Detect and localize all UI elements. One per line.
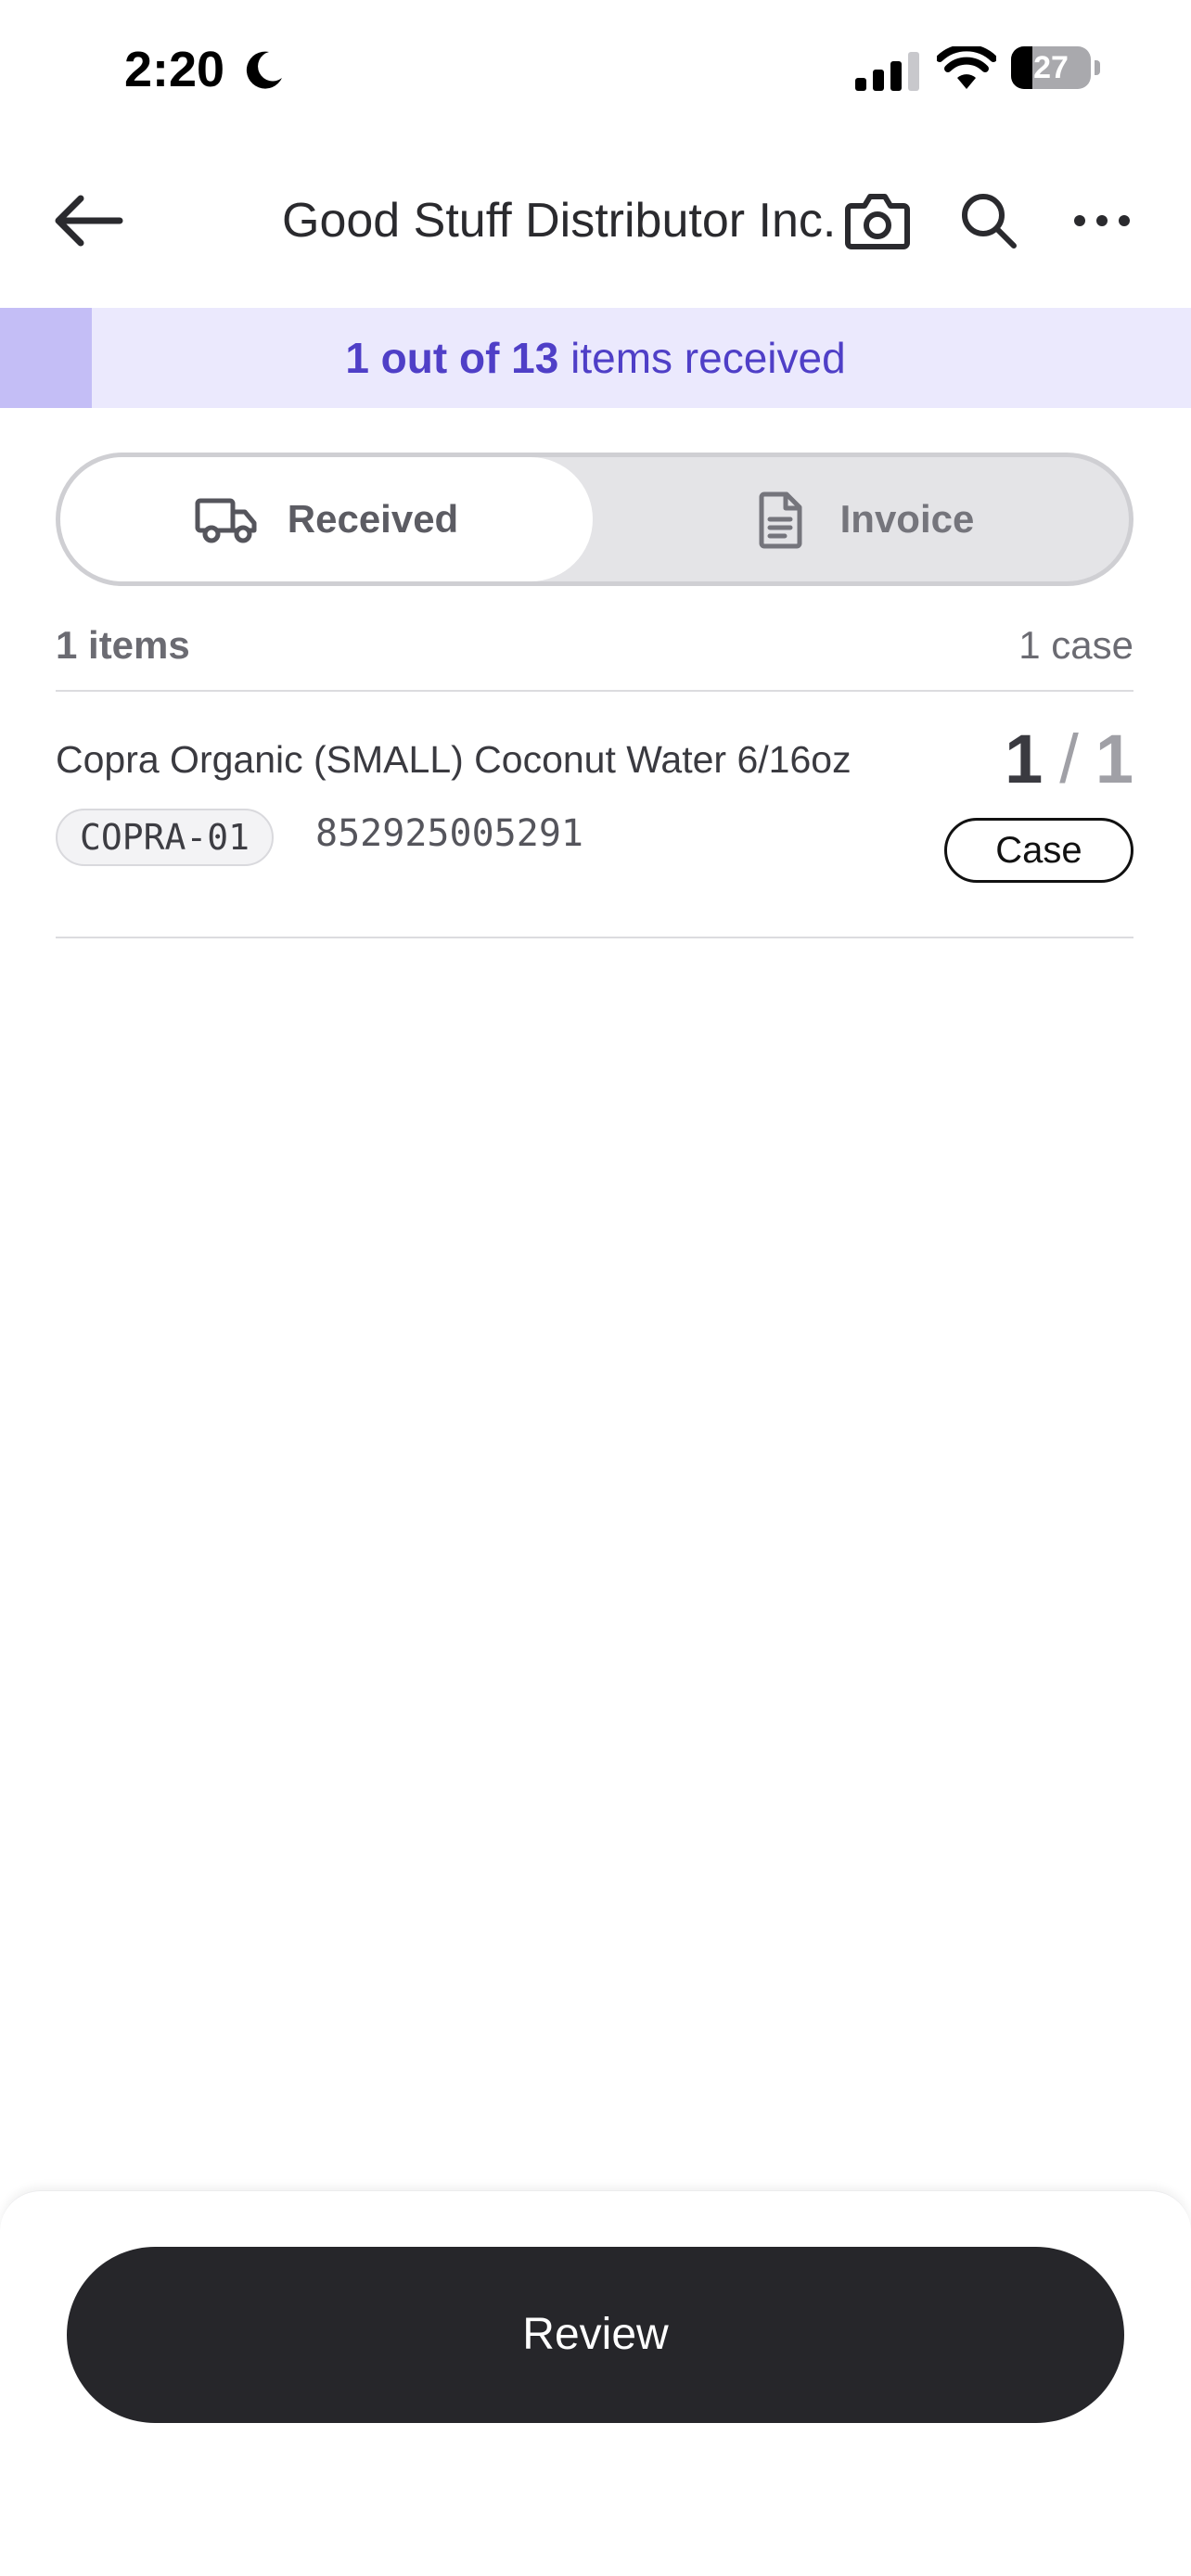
search-button[interactable] xyxy=(952,185,1026,256)
list-item[interactable]: Copra Organic (SMALL) Coconut Water 6/16… xyxy=(56,692,1133,938)
search-icon xyxy=(962,194,1017,249)
nav-bar: Good Stuff Distributor Inc. xyxy=(0,158,1191,278)
more-button[interactable] xyxy=(1063,185,1141,256)
qty-separator: / xyxy=(1059,721,1079,797)
page-title: Good Stuff Distributor Inc. xyxy=(282,194,837,248)
tab-received-label: Received xyxy=(287,497,459,541)
screen: 2:20 27 Good Stuff Distributor Inc. 1 ou… xyxy=(0,0,1191,2576)
battery-icon: 27 xyxy=(1011,46,1100,91)
camera-icon xyxy=(845,194,910,249)
cases-count: 1 case xyxy=(1018,623,1133,667)
status-bar: 2:20 27 xyxy=(0,0,1191,139)
item-barcode: 852925005291 xyxy=(315,812,583,855)
item-quantity: 1/1 xyxy=(1005,720,1133,798)
bottom-sheet: Review xyxy=(0,2190,1191,2576)
battery-level: 27 xyxy=(1033,50,1069,85)
back-button[interactable] xyxy=(46,184,130,258)
sku-chip: COPRA-01 xyxy=(56,809,275,866)
review-button[interactable]: Review xyxy=(67,2247,1124,2423)
moon-icon xyxy=(246,51,282,89)
progress-text: 1 out of 13 items received xyxy=(0,308,1191,408)
tab-invoice-label: Invoice xyxy=(839,497,975,541)
view-segmented-control: Received Invoice xyxy=(56,453,1133,586)
qty-received: 1 xyxy=(1005,721,1044,797)
camera-button[interactable] xyxy=(839,185,916,256)
wifi-icon xyxy=(937,46,996,89)
battery-cap xyxy=(1095,60,1100,75)
battery-body: 27 xyxy=(1011,46,1091,89)
item-name: Copra Organic (SMALL) Coconut Water 6/16… xyxy=(56,738,852,781)
back-arrow-icon xyxy=(55,195,123,247)
unit-button[interactable]: Case xyxy=(944,818,1133,883)
qty-total: 1 xyxy=(1095,721,1133,797)
more-horizontal-icon xyxy=(1074,215,1130,226)
list-header: 1 items 1 case xyxy=(56,616,1133,692)
status-time: 2:20 xyxy=(124,42,225,97)
tab-received[interactable]: Received xyxy=(60,457,593,581)
tab-invoice[interactable]: Invoice xyxy=(593,457,1129,581)
document-icon xyxy=(759,491,802,549)
truck-icon xyxy=(195,498,257,543)
progress-banner: 1 out of 13 items received xyxy=(0,308,1191,408)
cellular-signal-icon xyxy=(855,52,919,91)
progress-suffix: items received xyxy=(558,334,846,382)
progress-count: 1 out of 13 xyxy=(345,334,559,382)
items-count: 1 items xyxy=(56,623,190,667)
